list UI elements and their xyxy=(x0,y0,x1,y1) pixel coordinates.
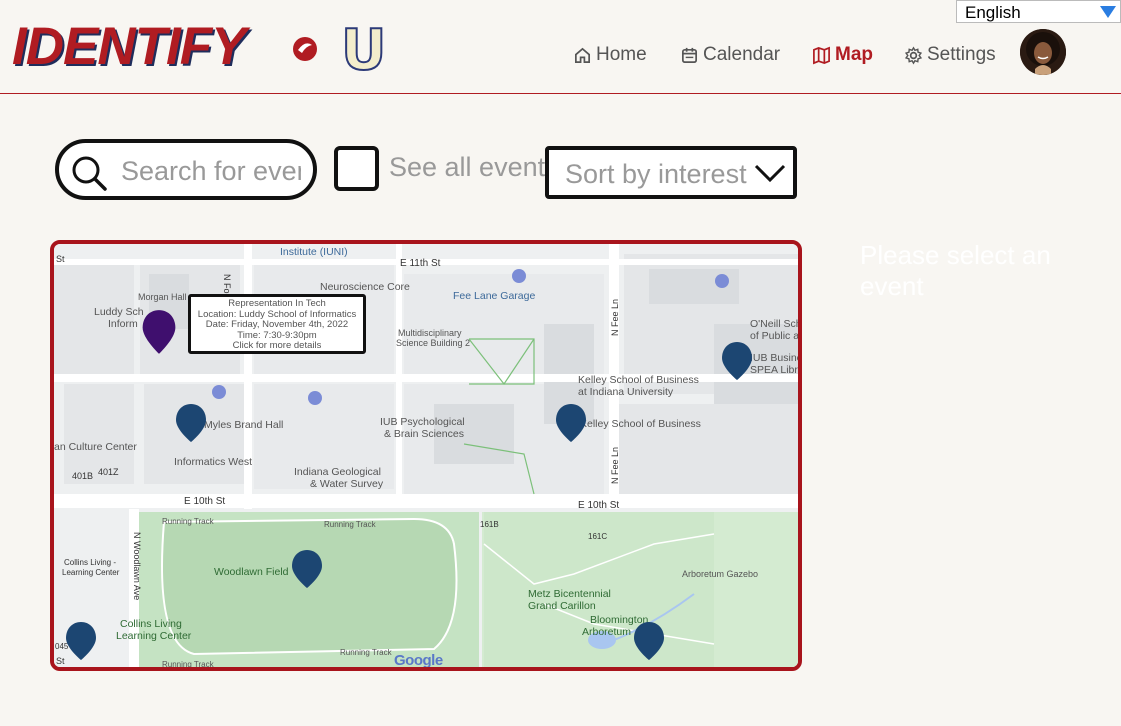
sort-dropdown-value: Sort by interest xyxy=(565,159,747,189)
map-label: 401Z xyxy=(98,467,119,477)
event-detail-placeholder: Please select an event xyxy=(860,240,1051,301)
nav-home[interactable]: Home xyxy=(573,44,647,66)
map-label: Collins Living xyxy=(120,618,182,630)
language-select[interactable]: English xyxy=(956,0,1121,23)
google-logo: Google xyxy=(394,652,443,669)
search-box[interactable] xyxy=(55,139,317,200)
event-details-link[interactable]: Click for more details xyxy=(191,340,363,352)
map-label: Science Building 2 xyxy=(396,338,471,348)
home-icon xyxy=(574,47,591,63)
calendar-icon xyxy=(681,47,698,63)
map-label: N Woodlawn Ave xyxy=(132,532,142,601)
map-label: O'Neill Sch xyxy=(750,318,802,330)
map-label: Running Track xyxy=(162,660,214,669)
map-label: E 11th St xyxy=(400,258,441,269)
map-label: 401B xyxy=(72,471,94,481)
map-label: & Water Survey xyxy=(310,478,384,490)
logo-mark-icon xyxy=(293,37,317,61)
nav-calendar-label: Calendar xyxy=(703,44,781,65)
nav-map[interactable]: Map xyxy=(812,44,873,66)
user-photo xyxy=(1020,29,1066,75)
map-label: N Fee Ln xyxy=(610,298,620,336)
event-pin[interactable] xyxy=(64,620,98,664)
event-tooltip[interactable]: Representation In Tech Location: Luddy S… xyxy=(188,294,366,354)
see-all-events-label[interactable]: See all events xyxy=(389,152,559,183)
map-label: Fee Lane Garage xyxy=(453,290,536,302)
map-label: Arboretum xyxy=(582,626,632,638)
map-label: Indiana Geological xyxy=(294,466,381,478)
map-label: Grand Carillon xyxy=(528,600,596,612)
logo-letter-u: U xyxy=(340,17,388,84)
map-label: of Public a xyxy=(750,330,800,342)
map-label: Running Track xyxy=(324,520,376,529)
map-label: Kelley School of Business xyxy=(580,418,701,430)
map-label: Metz Bicentennial xyxy=(528,588,611,600)
gear-icon xyxy=(904,46,923,64)
map-label: St xyxy=(56,254,65,264)
map-label: Running Track xyxy=(340,648,392,657)
map-label: Morgan Hall xyxy=(138,292,187,302)
map-label: Informatics West xyxy=(174,456,252,468)
event-pin[interactable] xyxy=(632,620,666,664)
campus-map[interactable]: Institute (IUNI) E 11th St Neuroscience … xyxy=(50,240,802,671)
chevron-down-icon xyxy=(754,164,786,183)
sort-dropdown[interactable]: Sort by interest xyxy=(545,146,797,199)
map-label: Neuroscience Core xyxy=(320,281,410,293)
map-label: IUB Busine xyxy=(750,352,802,364)
chevron-down-icon xyxy=(1100,6,1116,18)
nav-settings[interactable]: Settings xyxy=(904,44,996,66)
header-divider xyxy=(0,93,1121,94)
map-label: E 10th St xyxy=(184,496,226,507)
map-label: Learning Center xyxy=(116,630,192,642)
nav-settings-label: Settings xyxy=(927,44,996,65)
avatar[interactable] xyxy=(1020,29,1066,75)
map-icon xyxy=(813,46,830,64)
search-input[interactable] xyxy=(119,152,303,190)
event-pin-selected[interactable] xyxy=(140,308,178,356)
nav-home-label: Home xyxy=(596,44,647,65)
map-label: an Culture Center xyxy=(54,441,137,453)
event-pin[interactable] xyxy=(174,402,208,446)
map-label: Multidisciplinary xyxy=(398,328,462,338)
see-all-events-checkbox[interactable] xyxy=(334,146,379,191)
language-select-value: English xyxy=(965,3,1021,22)
nav-map-label: Map xyxy=(835,44,873,65)
map-label: Institute (IUNI) xyxy=(280,246,348,258)
map-label: E 10th St xyxy=(578,500,620,511)
event-date: Date: Friday, November 4th, 2022 xyxy=(205,319,349,330)
logo-text: IDENTIFY xyxy=(12,17,246,76)
map-label: 161B xyxy=(480,520,499,529)
event-title: Representation In Tech xyxy=(228,298,326,309)
map-label: Luddy Sch xyxy=(94,306,144,318)
map-label: Collins Living - xyxy=(64,558,117,567)
event-pin[interactable] xyxy=(720,340,754,384)
map-label: Inform xyxy=(108,318,138,330)
map-label: N Fee Ln xyxy=(610,446,620,484)
map-label: Learning Center xyxy=(62,568,120,577)
event-pin[interactable] xyxy=(554,402,588,446)
map-label: Woodlawn Field xyxy=(214,566,289,578)
nav-calendar[interactable]: Calendar xyxy=(680,44,780,66)
search-icon xyxy=(72,156,107,191)
map-label: Running Track xyxy=(162,517,214,526)
map-label: & Brain Sciences xyxy=(384,428,464,440)
map-label: Arboretum Gazebo xyxy=(682,569,759,579)
map-label: IUB Psychological xyxy=(380,416,465,428)
map-label: Myles Brand Hall xyxy=(204,419,284,431)
map-label: Kelley School of Business xyxy=(578,374,699,386)
event-pin[interactable] xyxy=(290,548,324,592)
map-label: 161C xyxy=(588,532,608,541)
map-label: at Indiana University xyxy=(578,386,674,398)
map-label: SPEA Libra xyxy=(750,364,802,376)
